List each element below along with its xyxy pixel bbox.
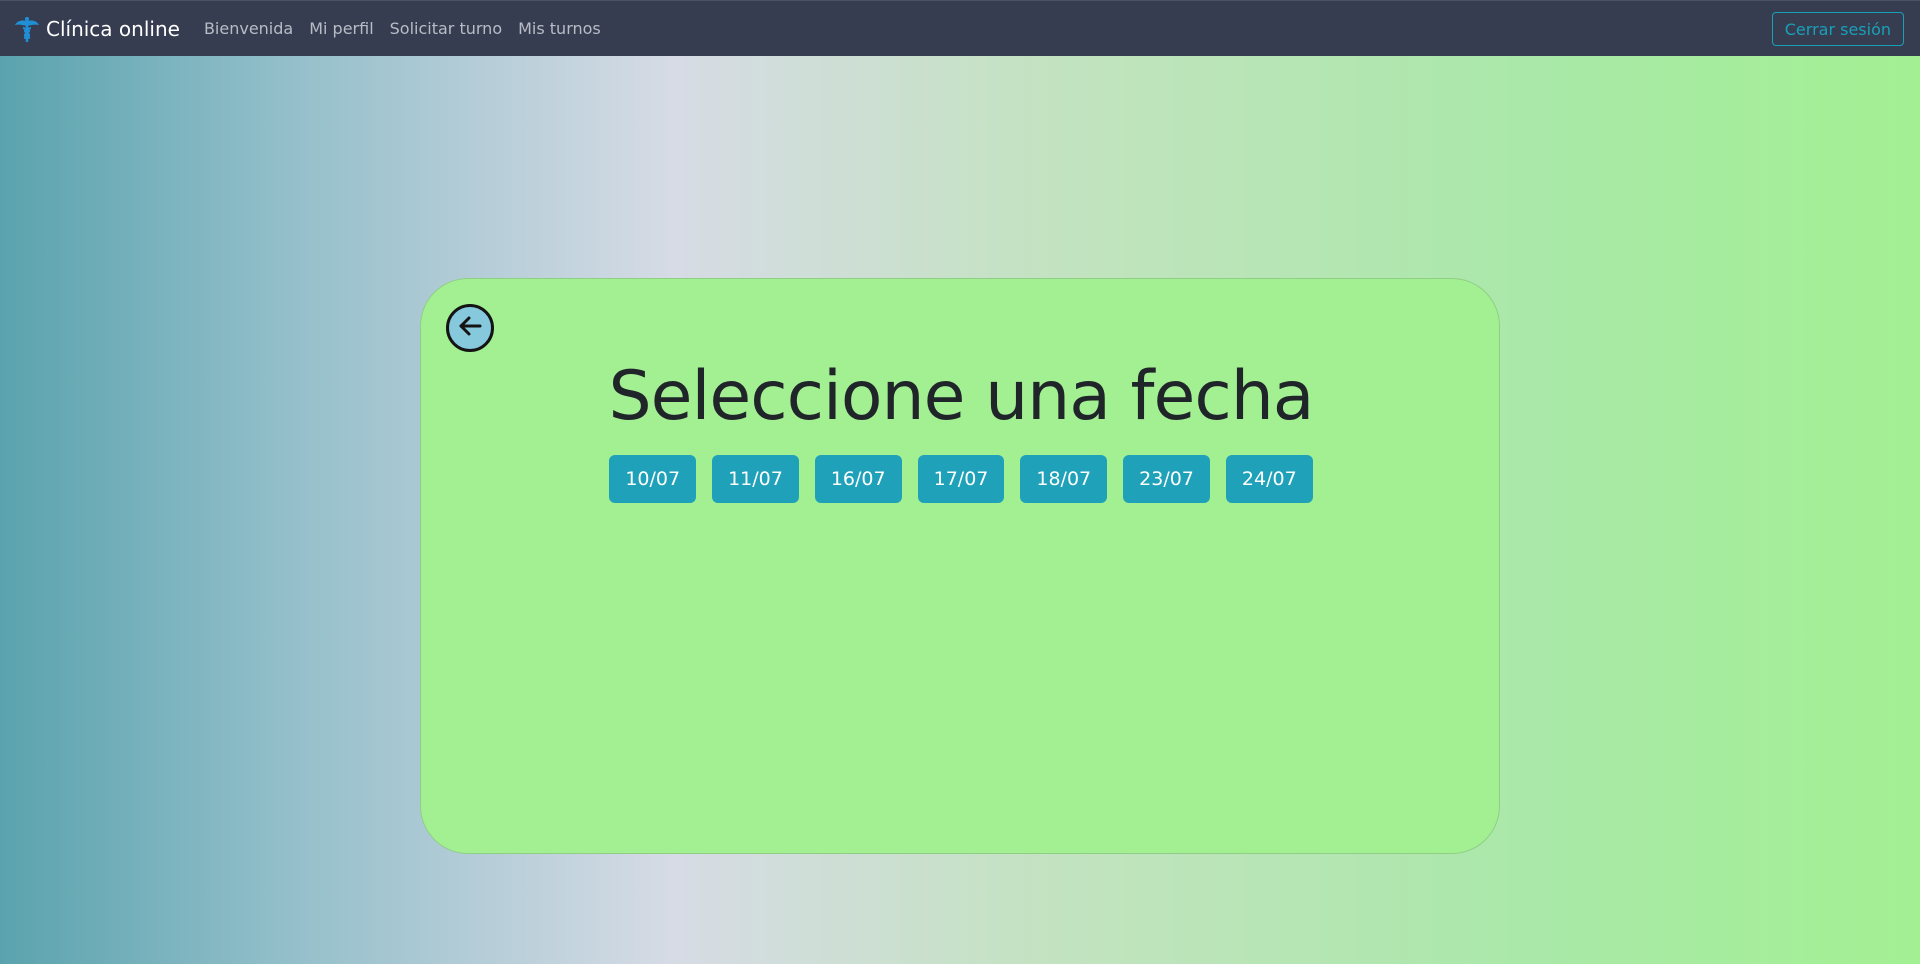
date-button[interactable]: 18/07 bbox=[1020, 455, 1108, 503]
back-button[interactable] bbox=[446, 304, 494, 352]
page-background: Seleccione una fecha 10/07 11/07 16/07 1… bbox=[0, 56, 1920, 964]
date-selection-card: Seleccione una fecha 10/07 11/07 16/07 1… bbox=[420, 278, 1500, 854]
date-button[interactable]: 16/07 bbox=[814, 455, 902, 503]
date-button[interactable]: 10/07 bbox=[609, 455, 697, 503]
top-navbar: Clínica online Bienvenida Mi perfil Soli… bbox=[0, 0, 1920, 56]
arrow-left-icon bbox=[455, 311, 485, 345]
nav-link-bienvenida[interactable]: Bienvenida bbox=[204, 19, 293, 38]
nav-link-mis-turnos[interactable]: Mis turnos bbox=[518, 19, 601, 38]
date-button[interactable]: 24/07 bbox=[1225, 455, 1313, 503]
date-button[interactable]: 11/07 bbox=[712, 455, 799, 503]
page-title: Seleccione una fecha bbox=[608, 357, 1315, 436]
logout-button[interactable]: Cerrar sesión bbox=[1771, 12, 1904, 46]
nav-link-mi-perfil[interactable]: Mi perfil bbox=[309, 19, 373, 38]
date-button[interactable]: 17/07 bbox=[917, 455, 1005, 503]
nav-link-solicitar-turno[interactable]: Solicitar turno bbox=[390, 19, 502, 38]
brand-link[interactable]: Clínica online bbox=[12, 14, 180, 44]
date-button-group: 10/07 11/07 16/07 17/07 18/07 23/07 24/0… bbox=[421, 455, 1501, 503]
date-button[interactable]: 23/07 bbox=[1123, 455, 1210, 503]
nav-links: Bienvenida Mi perfil Solicitar turno Mis… bbox=[204, 19, 617, 38]
caduceus-icon bbox=[12, 14, 42, 44]
brand-name: Clínica online bbox=[46, 16, 180, 41]
